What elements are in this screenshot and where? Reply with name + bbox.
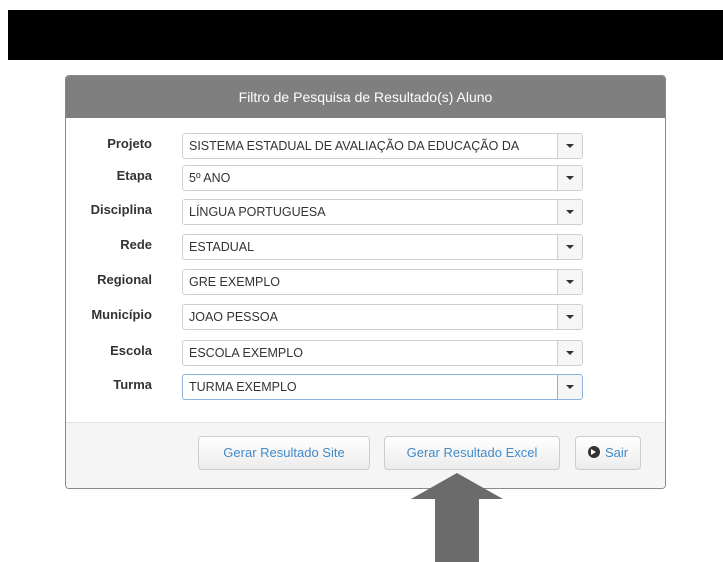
gerar-resultado-excel-button[interactable]: Gerar Resultado Excel: [384, 436, 560, 470]
field-projeto: Projeto SISTEMA ESTADUAL DE AVALIAÇÃO DA…: [66, 133, 665, 163]
field-label: Disciplina: [90, 202, 152, 217]
field-disciplina: Disciplina LÍNGUA PORTUGUESA: [66, 199, 665, 229]
dropdown-button[interactable]: [557, 134, 582, 158]
select-value: JOAO PESSOA: [189, 310, 278, 324]
escola-select[interactable]: ESCOLA EXEMPLO: [182, 340, 583, 366]
select-value: LÍNGUA PORTUGUESA: [189, 205, 326, 219]
circle-arrow-right-icon: [587, 446, 600, 458]
field-municipio: Município JOAO PESSOA: [66, 304, 665, 334]
rede-select[interactable]: ESTADUAL: [182, 234, 583, 260]
field-label: Etapa: [116, 168, 152, 183]
field-label: Regional: [97, 272, 152, 287]
panel-title: Filtro de Pesquisa de Resultado(s) Aluno: [66, 76, 665, 118]
dropdown-button[interactable]: [557, 375, 582, 399]
gerar-resultado-site-button[interactable]: Gerar Resultado Site: [198, 436, 370, 470]
field-escola: Escola ESCOLA EXEMPLO: [66, 340, 665, 370]
turma-select[interactable]: TURMA EXEMPLO: [182, 374, 583, 400]
dropdown-button[interactable]: [557, 235, 582, 259]
sair-label: Sair: [604, 445, 629, 460]
field-label: Projeto: [107, 136, 152, 151]
caret-down-icon: [566, 351, 574, 355]
caret-down-icon: [566, 385, 574, 389]
caret-down-icon: [566, 245, 574, 249]
filter-panel: Filtro de Pesquisa de Resultado(s) Aluno…: [65, 75, 666, 489]
dropdown-button[interactable]: [557, 270, 582, 294]
caret-down-icon: [566, 280, 574, 284]
dropdown-button[interactable]: [557, 166, 582, 190]
caret-down-icon: [566, 210, 574, 214]
select-value: SISTEMA ESTADUAL DE AVALIAÇÃO DA EDUCAÇÃ…: [189, 139, 520, 153]
field-label: Município: [91, 307, 152, 322]
regional-select[interactable]: GRE EXEMPLO: [182, 269, 583, 295]
select-value: GRE EXEMPLO: [189, 275, 280, 289]
select-value: ESCOLA EXEMPLO: [189, 346, 303, 360]
select-value: ESTADUAL: [189, 240, 255, 254]
field-label: Escola: [110, 343, 152, 358]
dropdown-button[interactable]: [557, 341, 582, 365]
field-label: Rede: [120, 237, 152, 252]
caret-down-icon: [566, 315, 574, 319]
panel-footer: Gerar Resultado Site Gerar Resultado Exc…: [66, 422, 665, 488]
select-value: 5º ANO: [189, 171, 231, 185]
municipio-select[interactable]: JOAO PESSOA: [182, 304, 583, 330]
field-label: Turma: [113, 377, 152, 392]
projeto-select[interactable]: SISTEMA ESTADUAL DE AVALIAÇÃO DA EDUCAÇÃ…: [182, 133, 583, 159]
top-black-bar: [8, 10, 723, 60]
arrow-shape: [411, 473, 503, 562]
field-regional: Regional GRE EXEMPLO: [66, 269, 665, 299]
etapa-select[interactable]: 5º ANO: [182, 165, 583, 191]
caret-down-icon: [566, 144, 574, 148]
caret-down-icon: [566, 176, 574, 180]
sair-button[interactable]: Sair: [575, 436, 641, 470]
dropdown-button[interactable]: [557, 305, 582, 329]
pointer-arrow-icon: [411, 473, 503, 562]
disciplina-select[interactable]: LÍNGUA PORTUGUESA: [182, 199, 583, 225]
field-etapa: Etapa 5º ANO: [66, 165, 665, 195]
field-rede: Rede ESTADUAL: [66, 234, 665, 264]
dropdown-button[interactable]: [557, 200, 582, 224]
select-value: TURMA EXEMPLO: [189, 380, 297, 394]
field-turma: Turma TURMA EXEMPLO: [66, 374, 665, 404]
